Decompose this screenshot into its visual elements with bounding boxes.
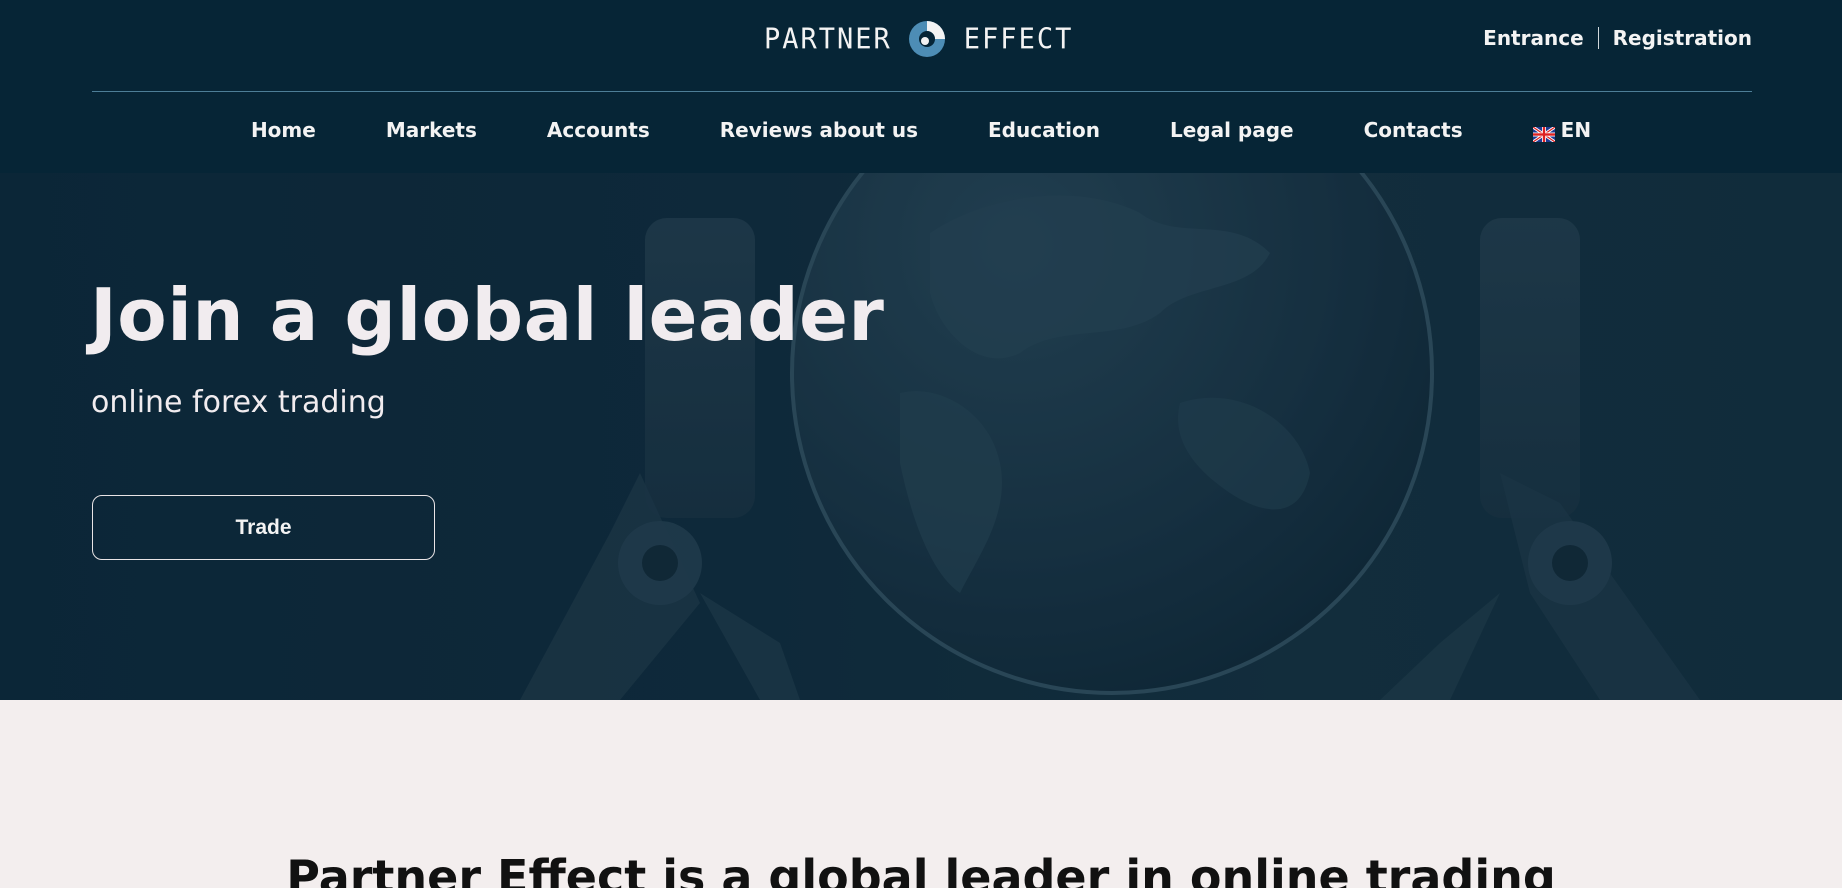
uk-flag-icon [1531, 123, 1556, 143]
trade-button[interactable]: Trade [92, 495, 435, 560]
nav-item-legal[interactable]: Legal page [1170, 118, 1294, 142]
hero-title: Join a global leader [90, 273, 885, 357]
main-nav: Home Markets Accounts Reviews about us E… [0, 118, 1842, 143]
site-header: PARTNER EFFECT Entrance Registration Hom… [0, 0, 1842, 173]
registration-link[interactable]: Registration [1613, 26, 1752, 50]
header-divider [92, 91, 1752, 92]
auth-separator [1597, 27, 1599, 49]
logo[interactable]: PARTNER EFFECT [764, 18, 1073, 60]
language-label: EN [1560, 118, 1592, 142]
nav-item-home[interactable]: Home [251, 118, 316, 142]
nav-item-contacts[interactable]: Contacts [1364, 118, 1463, 142]
logo-text-left: PARTNER [764, 22, 892, 56]
hero-subtitle: online forex trading [91, 385, 386, 420]
auth-links: Entrance Registration [1483, 26, 1752, 50]
entrance-link[interactable]: Entrance [1483, 26, 1583, 50]
language-selector[interactable]: EN [1531, 118, 1592, 143]
intro-title: Partner Effect is a global leader in onl… [286, 850, 1556, 888]
nav-item-accounts[interactable]: Accounts [547, 118, 650, 142]
hero-section: Join a global leader online forex tradin… [0, 173, 1842, 700]
logo-text-right: EFFECT [963, 22, 1074, 56]
logo-mark-icon [906, 18, 948, 60]
nav-item-education[interactable]: Education [988, 118, 1100, 142]
nav-item-reviews[interactable]: Reviews about us [720, 118, 918, 142]
nav-item-markets[interactable]: Markets [386, 118, 477, 142]
intro-section: Partner Effect is a global leader in onl… [0, 700, 1842, 888]
globe-robot-arms-image [0, 173, 1842, 700]
